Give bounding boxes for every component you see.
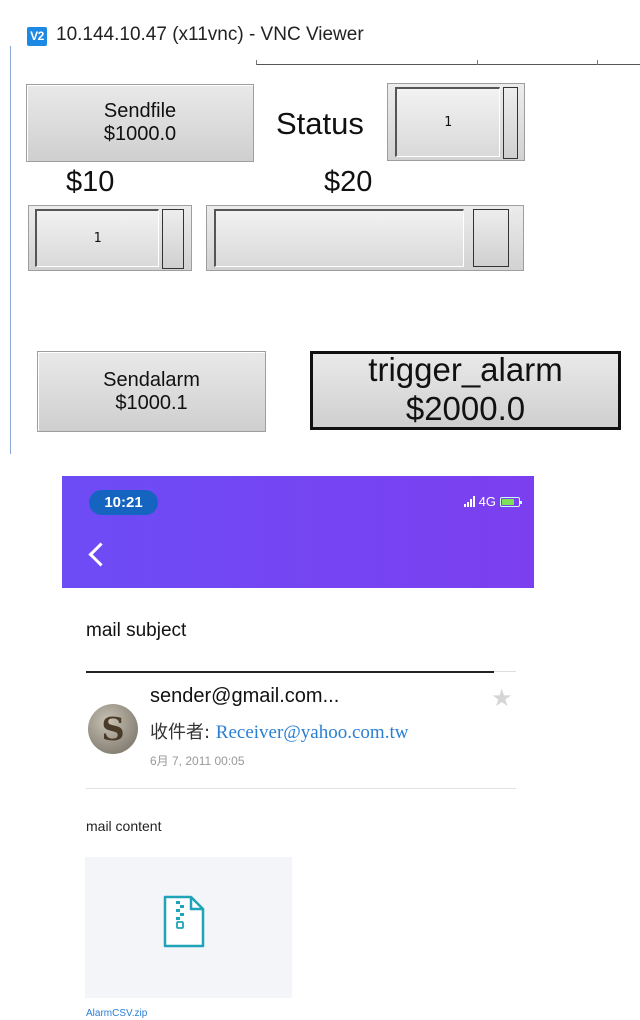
- phone-mail-screen: 10:21 4G mail subject S sender@gmail.com…: [62, 476, 534, 1020]
- label-20: $20: [324, 166, 373, 198]
- window-left-edge: [10, 46, 11, 454]
- subject-divider: [86, 671, 494, 673]
- sendfile-button[interactable]: Sendfile $1000.0: [26, 84, 254, 162]
- avatar-letter: S: [101, 710, 125, 748]
- attachment-name[interactable]: AlarmCSV.zip: [86, 1008, 147, 1019]
- sendfile-button-label: Sendfile: [103, 100, 177, 122]
- title-divider: [256, 64, 640, 65]
- vnc-window: V2 10.144.10.47 (x11vnc) - VNC Viewer Se…: [0, 0, 640, 460]
- trigger-alarm-button[interactable]: trigger_alarm $2000.0: [310, 351, 621, 430]
- sendfile-button-value: $1000.0: [103, 123, 177, 145]
- trigger-alarm-value: $2000.0: [405, 389, 526, 427]
- receiver-line: 收件者: Receiver@yahoo.com.tw: [150, 718, 408, 744]
- spin-10[interactable]: 1: [28, 205, 192, 271]
- trigger-alarm-label: trigger_alarm: [368, 351, 563, 389]
- spin-20[interactable]: [206, 205, 524, 271]
- network-label: 4G: [478, 494, 496, 509]
- window-title: 10.144.10.47 (x11vnc) - VNC Viewer: [56, 24, 364, 45]
- ruler-tick: [477, 60, 478, 65]
- signal-icon: [463, 496, 475, 507]
- ruler-tick: [597, 60, 598, 65]
- sender-address[interactable]: sender@gmail.com...: [150, 685, 339, 708]
- spin-20-value[interactable]: [214, 209, 464, 267]
- status-indicators: 4G: [463, 494, 522, 509]
- receiver-label: 收件者:: [150, 722, 216, 743]
- spin-10-handle[interactable]: [162, 209, 184, 269]
- back-chevron-icon[interactable]: [88, 542, 113, 567]
- header-divider: [86, 788, 516, 789]
- battery-icon: [500, 496, 522, 507]
- zip-file-icon: [163, 895, 205, 948]
- ruler-tick: [256, 60, 257, 65]
- status-value-field[interactable]: 1: [395, 87, 500, 157]
- label-10: $10: [66, 166, 115, 198]
- status-spin-handle[interactable]: [503, 87, 518, 159]
- sender-avatar[interactable]: S: [88, 704, 138, 754]
- attachment-card[interactable]: [85, 857, 292, 998]
- sendalarm-button-label: Sendalarm: [103, 368, 200, 391]
- sendalarm-button-value: $1000.1: [115, 391, 188, 414]
- sendalarm-button[interactable]: Sendalarm $1000.1: [37, 351, 266, 432]
- spin-10-value[interactable]: 1: [35, 209, 159, 267]
- mail-subject: mail subject: [86, 620, 187, 641]
- vnc-app-icon: V2: [27, 27, 47, 46]
- star-icon[interactable]: ★: [491, 687, 513, 711]
- mail-date: 6月 7, 2011 00:05: [150, 754, 245, 768]
- subject-divider-end: [494, 671, 516, 672]
- status-spinbox[interactable]: 1: [387, 83, 525, 161]
- mail-header: 10:21 4G: [62, 476, 534, 588]
- receiver-address[interactable]: Receiver@yahoo.com.tw: [216, 722, 409, 743]
- mail-body: mail content: [86, 818, 162, 834]
- status-time: 10:21: [89, 490, 158, 515]
- status-label: Status: [276, 106, 364, 141]
- vnc-title-bar[interactable]: V2 10.144.10.47 (x11vnc) - VNC Viewer: [0, 0, 640, 66]
- spin-20-handle[interactable]: [473, 209, 509, 267]
